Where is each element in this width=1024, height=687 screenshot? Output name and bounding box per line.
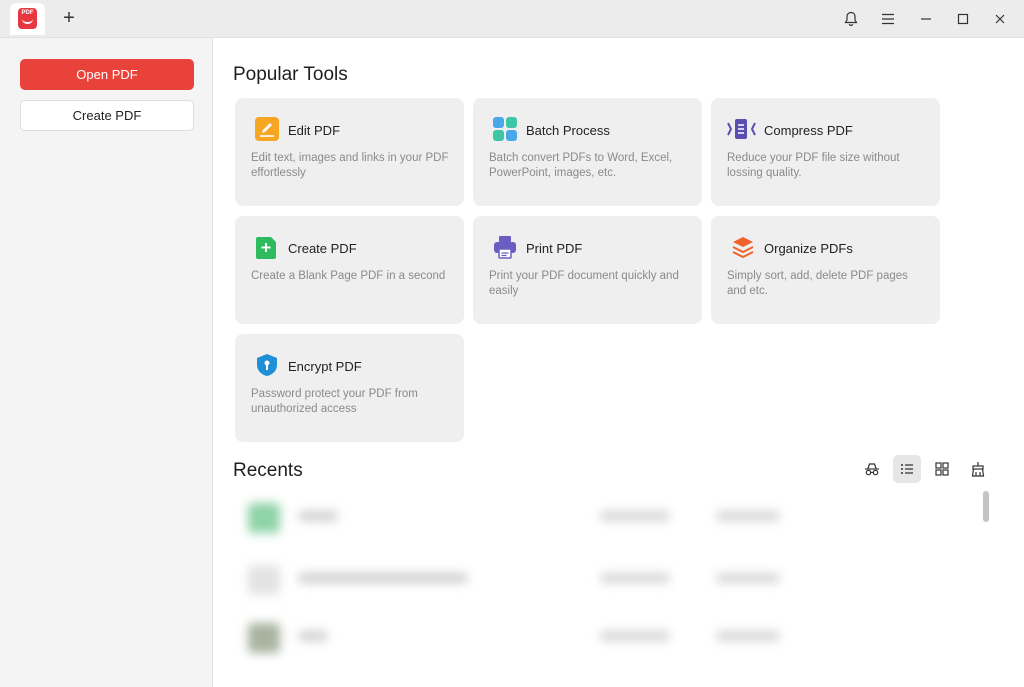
menu-icon: [882, 13, 894, 25]
close-icon: [995, 14, 1005, 24]
maximize-icon: [957, 13, 969, 25]
tool-title: Edit PDF: [288, 123, 341, 138]
edit-icon: [255, 117, 279, 141]
layers-icon: [731, 235, 755, 259]
shield-icon: [255, 353, 279, 377]
file-date-placeholder: [600, 573, 670, 583]
grid-view-button[interactable]: [928, 455, 956, 483]
file-size-placeholder: [716, 631, 780, 641]
compress-icon: [726, 117, 756, 141]
tool-description: Batch convert PDFs to Word, Excel, Power…: [489, 152, 673, 179]
file-thumbnail: [248, 503, 280, 533]
tool-card-batch-process[interactable]: Batch Process Batch convert PDFs to Word…: [473, 98, 702, 206]
app-logo-text: PDF: [21, 10, 34, 16]
notification-button[interactable]: [839, 7, 863, 31]
tool-card-compress-pdf[interactable]: Compress PDF Reduce your PDF file size w…: [711, 98, 940, 206]
close-button[interactable]: [988, 7, 1012, 31]
recent-file-row[interactable]: [240, 559, 800, 599]
tool-title: Create PDF: [288, 241, 357, 256]
file-date-placeholder: [600, 631, 670, 641]
list-view-icon: [901, 464, 913, 474]
tool-card-organize-pdfs[interactable]: Organize PDFs Simply sort, add, delete P…: [711, 216, 940, 324]
tool-title: Batch Process: [526, 123, 610, 138]
sidebar: Open PDF Create PDF: [0, 38, 213, 687]
tool-title: Encrypt PDF: [288, 359, 362, 374]
grid-view-icon: [935, 462, 949, 476]
file-name-placeholder: [298, 631, 328, 641]
tool-title: Compress PDF: [764, 123, 853, 138]
tool-card-edit-pdf[interactable]: Edit PDF Edit text, images and links in …: [235, 98, 464, 206]
file-name-placeholder: [298, 573, 468, 583]
title-bar: PDF +: [0, 0, 1024, 38]
tool-description: Reduce your PDF file size without lossin…: [727, 152, 900, 179]
file-thumbnail: [248, 565, 280, 595]
tool-description: Create a Blank Page PDF in a second: [251, 270, 446, 282]
file-size-placeholder: [716, 511, 780, 521]
file-date-placeholder: [600, 511, 670, 521]
incognito-mode-button[interactable]: [858, 455, 886, 483]
tool-description: Print your PDF document quickly and easi…: [489, 270, 679, 297]
minimize-button[interactable]: [914, 7, 938, 31]
new-tab-button[interactable]: +: [58, 7, 80, 29]
tool-title: Organize PDFs: [764, 241, 853, 256]
main-menu-button[interactable]: [876, 7, 900, 31]
open-pdf-button[interactable]: Open PDF: [20, 59, 194, 90]
printer-icon: [493, 235, 517, 259]
tool-card-print-pdf[interactable]: Print PDF Print your PDF document quickl…: [473, 216, 702, 324]
tool-title: Print PDF: [526, 241, 583, 256]
maximize-button[interactable]: [951, 7, 975, 31]
app-home-tab[interactable]: PDF: [10, 3, 45, 35]
list-view-button[interactable]: [893, 455, 921, 483]
file-thumbnail: [248, 623, 280, 653]
create-pdf-button[interactable]: Create PDF: [20, 100, 194, 131]
tool-card-create-pdf[interactable]: Create PDF Create a Blank Page PDF in a …: [235, 216, 464, 324]
recents-scrollbar[interactable]: [983, 491, 989, 522]
tool-description: Password protect your PDF from unauthori…: [251, 388, 418, 415]
tool-description: Simply sort, add, delete PDF pages and e…: [727, 270, 908, 297]
app-logo-icon: PDF: [18, 8, 37, 29]
recent-file-row[interactable]: [240, 497, 800, 537]
file-name-placeholder: [298, 511, 338, 521]
file-size-placeholder: [716, 573, 780, 583]
recents-heading: Recents: [233, 460, 303, 481]
batch-icon: [493, 117, 517, 141]
minimize-icon: [921, 18, 931, 20]
bell-icon: [844, 11, 858, 26]
popular-tools-heading: Popular Tools: [233, 64, 348, 85]
tool-card-encrypt-pdf[interactable]: Encrypt PDF Password protect your PDF fr…: [235, 334, 464, 442]
tool-description: Edit text, images and links in your PDF …: [251, 152, 449, 179]
clean-icon: [971, 462, 985, 477]
recent-file-row[interactable]: [240, 617, 800, 657]
clean-recents-button[interactable]: [964, 455, 992, 483]
incognito-icon: [865, 463, 879, 476]
create-icon: [255, 235, 279, 259]
